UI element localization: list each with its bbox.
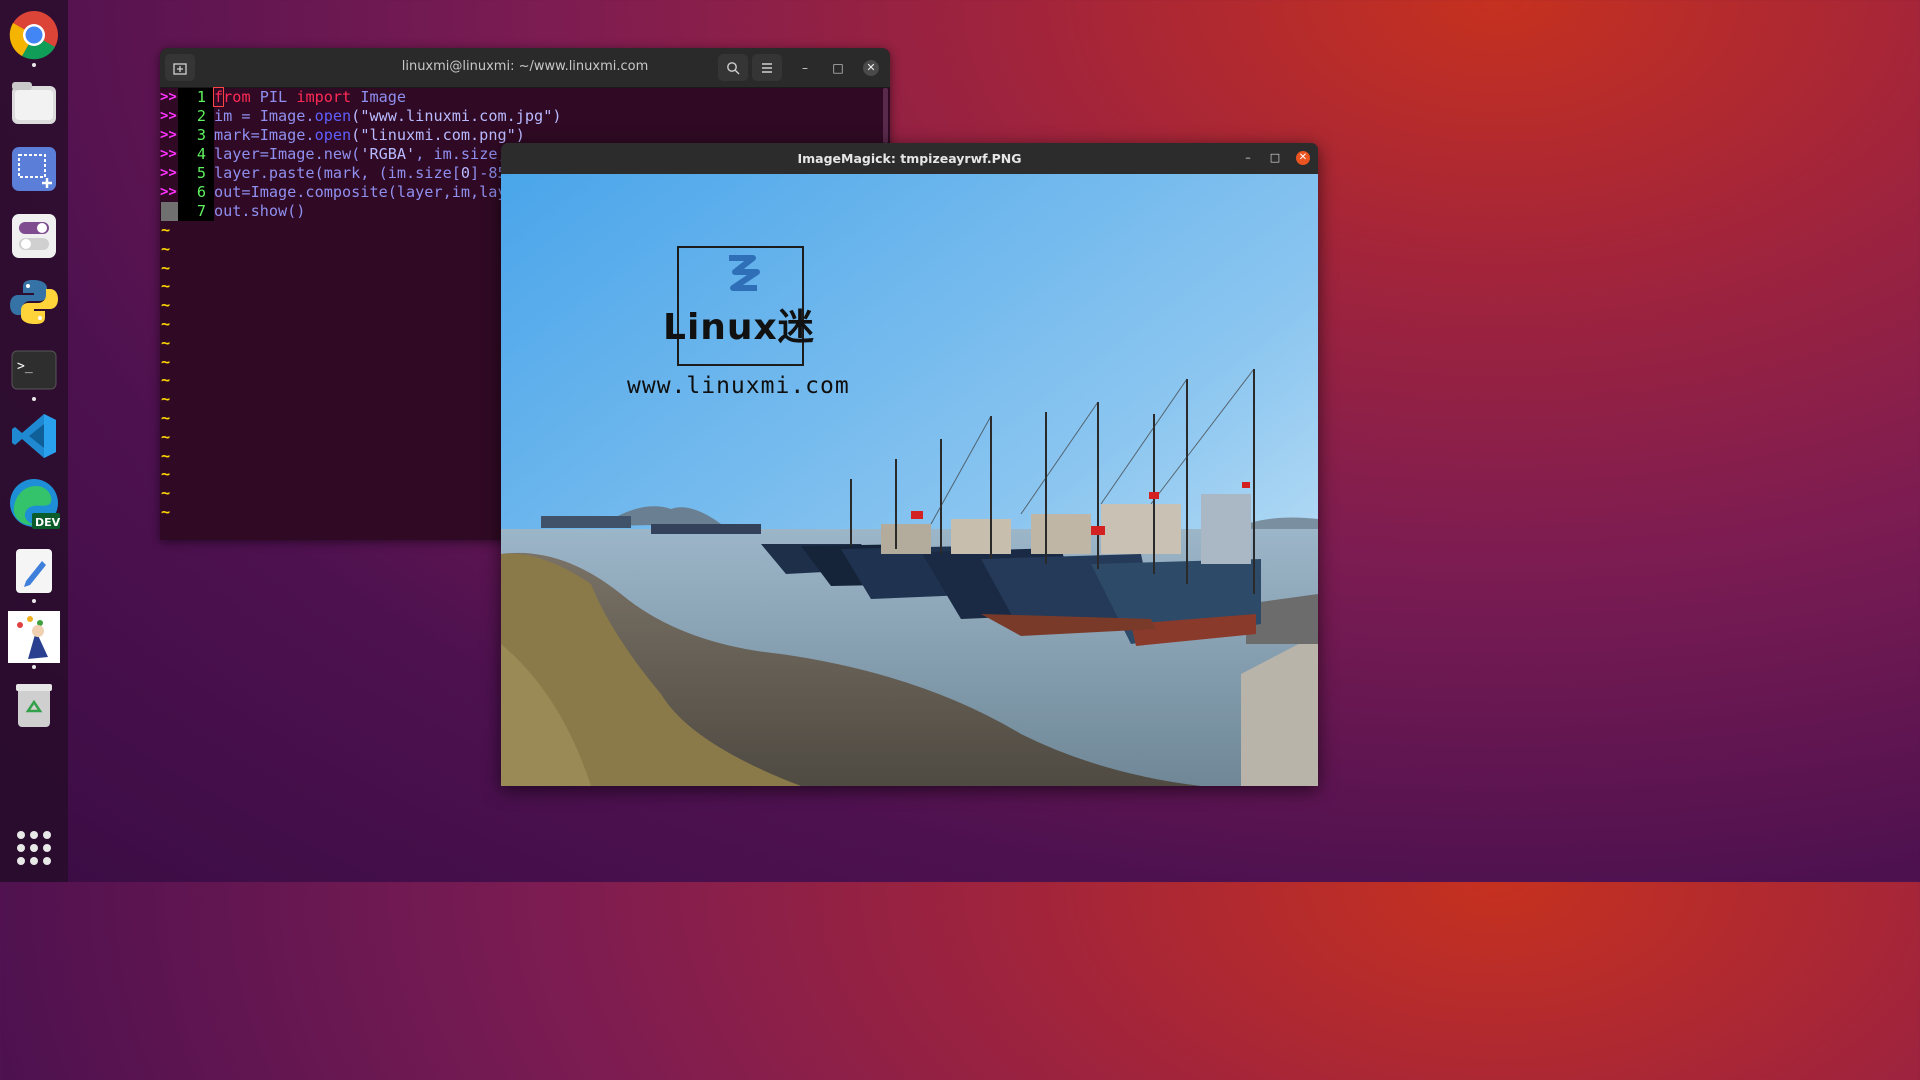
- terminal-icon[interactable]: >_: [8, 344, 60, 396]
- imagemagick-headerbar[interactable]: ImageMagick: tmpizeayrwf.PNG – □ ✕: [501, 143, 1318, 174]
- code-text: im = Image.open("www.linuxmi.com.jpg"): [214, 107, 562, 125]
- imagemagick-icon[interactable]: [8, 611, 60, 663]
- code-text: layer.paste(mark, (im.size[0]-85: [214, 164, 507, 182]
- line-number: 7: [196, 202, 206, 220]
- harbor-photo-graphic: [501, 174, 1318, 786]
- sign-marker: >>: [160, 165, 177, 181]
- sign-column-empty: [161, 202, 178, 221]
- edge-dev-icon[interactable]: DEV: [8, 477, 60, 529]
- terminal-scrollbar[interactable]: [883, 88, 888, 143]
- search-icon[interactable]: [718, 54, 748, 81]
- empty-line-tilde: ~: [161, 221, 171, 239]
- python-icon[interactable]: [8, 276, 60, 328]
- empty-line-tilde: ~: [161, 296, 171, 315]
- line-number: 6: [196, 183, 206, 201]
- code-text: out.show(): [214, 202, 306, 220]
- minimize-icon[interactable]: –: [797, 60, 813, 76]
- empty-line-tilde: ~: [161, 333, 171, 352]
- empty-line-tilde: ~: [161, 427, 171, 446]
- vscode-icon[interactable]: [8, 410, 60, 462]
- watermark-url: www.linuxmi.com: [627, 373, 850, 399]
- trash-icon[interactable]: [8, 679, 60, 731]
- empty-line-tilde: ~: [161, 484, 171, 503]
- code-line[interactable]: >> 2 im = Image.open("www.linuxmi.com.jpg"…: [160, 107, 880, 126]
- code-text: from PIL import Image: [212, 87, 407, 107]
- empty-line-tilde: ~: [161, 503, 171, 521]
- harbor-photo: Linux迷 www.linuxmi.com: [501, 174, 1318, 786]
- empty-line-tilde: ~: [161, 352, 171, 371]
- edge-dev-badge: DEV: [35, 516, 60, 529]
- empty-line-tilde: ~: [161, 277, 171, 296]
- watermark-logo-text: Linux迷: [663, 307, 815, 348]
- code-text: out=Image.composite(layer,im,lay: [214, 183, 507, 201]
- empty-line-tilde: ~: [161, 446, 171, 465]
- code-line[interactable]: >> 1 from PIL import Image: [160, 87, 880, 107]
- svg-text:>_: >_: [17, 359, 33, 374]
- screenshot-icon[interactable]: [8, 143, 60, 195]
- close-icon[interactable]: ✕: [1296, 151, 1310, 165]
- sign-marker: >>: [160, 89, 177, 105]
- empty-line-tilde: ~: [161, 409, 171, 427]
- show-apps-grid-icon[interactable]: [17, 831, 51, 865]
- menu-icon[interactable]: [752, 54, 782, 81]
- empty-line-tilde: ~: [161, 465, 171, 484]
- line-number: 5: [196, 164, 206, 182]
- empty-line-tilde: ~: [161, 239, 171, 258]
- text-cursor: f: [212, 87, 225, 107]
- maximize-icon[interactable]: □: [830, 60, 846, 76]
- imagemagick-window[interactable]: ImageMagick: tmpizeayrwf.PNG – □ ✕ Linux…: [501, 143, 1318, 786]
- line-number: 1: [196, 88, 206, 106]
- files-icon[interactable]: [8, 77, 60, 129]
- empty-line-tilde: ~: [161, 390, 171, 409]
- sign-marker: >>: [160, 108, 177, 124]
- line-number: 3: [196, 126, 206, 144]
- sign-marker: >>: [160, 146, 177, 162]
- chrome-icon[interactable]: [8, 9, 60, 61]
- imagemagick-title: ImageMagick: tmpizeayrwf.PNG: [797, 151, 1022, 166]
- dock: >_ DEV: [0, 0, 68, 882]
- settings-toggle-icon[interactable]: [8, 210, 60, 262]
- empty-line-tilde: ~: [161, 258, 171, 277]
- minimize-icon[interactable]: –: [1241, 151, 1255, 165]
- terminal-headerbar[interactable]: linuxmi@linuxmi: ~/www.linuxmi.com – □ ✕: [160, 48, 890, 88]
- maximize-icon[interactable]: □: [1268, 151, 1282, 165]
- empty-line-tilde: ~: [161, 315, 171, 333]
- line-number: 4: [196, 145, 206, 163]
- code-text: layer=Image.new('RGBA', im.size,: [214, 145, 507, 163]
- code-text: mark=Image.open("linuxmi.com.png"): [214, 126, 525, 144]
- sign-marker: >>: [160, 184, 177, 200]
- text-editor-icon[interactable]: [8, 545, 60, 597]
- close-icon[interactable]: ✕: [863, 60, 879, 76]
- empty-line-tilde: ~: [161, 371, 171, 390]
- line-number: 2: [196, 107, 206, 125]
- sign-marker: >>: [160, 127, 177, 143]
